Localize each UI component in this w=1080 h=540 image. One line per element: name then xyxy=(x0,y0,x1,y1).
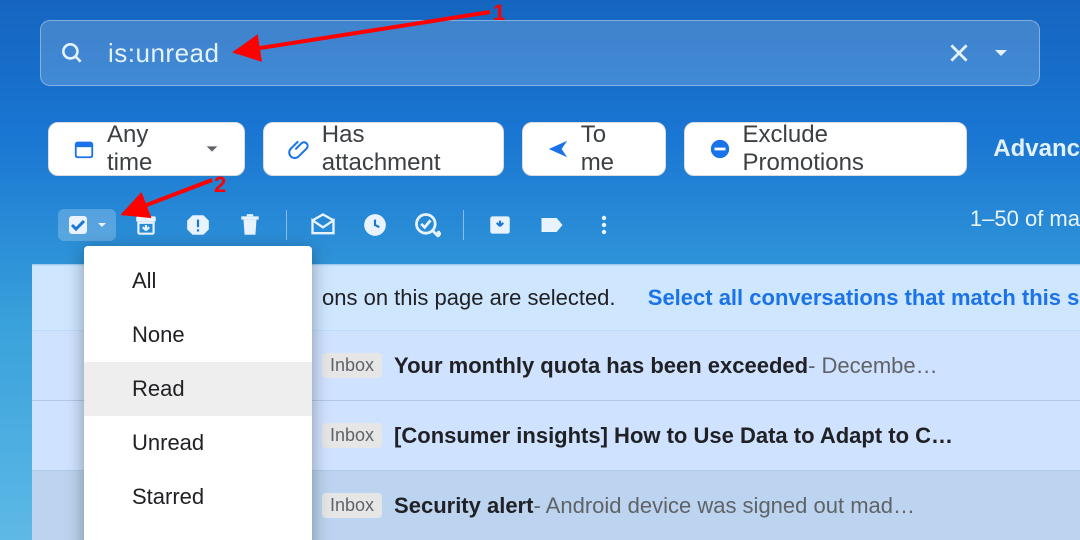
search-input[interactable]: is:unread xyxy=(108,38,938,69)
annotation-number-2: 2 xyxy=(214,172,226,198)
labels-icon[interactable] xyxy=(530,203,574,247)
label-badge: Inbox xyxy=(322,493,382,518)
filter-chips: Any time Has attachment To me Exclude Pr… xyxy=(48,118,1080,180)
dropdown-item-unstarred[interactable]: Unstarred xyxy=(84,524,312,540)
search-icon xyxy=(58,39,86,67)
select-dropdown-menu: All None Read Unread Starred Unstarred xyxy=(84,246,312,540)
dropdown-item-all[interactable]: All xyxy=(84,254,312,308)
chevron-down-icon xyxy=(96,219,108,231)
dropdown-item-none[interactable]: None xyxy=(84,308,312,362)
label-badge: Inbox xyxy=(322,423,382,448)
chip-exclude-promotions[interactable]: Exclude Promotions xyxy=(684,122,968,176)
annotation-number-1: 1 xyxy=(493,0,505,26)
move-to-icon[interactable] xyxy=(478,203,522,247)
page-counter: 1–50 of ma xyxy=(970,206,1080,232)
attachment-icon xyxy=(288,138,310,160)
send-icon xyxy=(547,138,569,160)
calendar-icon xyxy=(73,138,95,160)
more-icon[interactable] xyxy=(582,203,626,247)
exclude-icon xyxy=(709,138,731,160)
separator xyxy=(463,210,464,240)
chip-label: To me xyxy=(581,121,641,177)
search-bar[interactable]: is:unread xyxy=(40,20,1040,86)
separator xyxy=(286,210,287,240)
add-to-tasks-icon[interactable] xyxy=(405,203,449,247)
checkbox-checked-icon xyxy=(66,213,90,237)
archive-icon[interactable] xyxy=(124,203,168,247)
dropdown-item-read[interactable]: Read xyxy=(84,362,312,416)
email-snippet: - Decembe… xyxy=(808,353,938,379)
clear-icon[interactable] xyxy=(938,32,980,74)
chip-label: Any time xyxy=(107,121,192,177)
chip-any-time[interactable]: Any time xyxy=(48,122,245,176)
chip-has-attachment[interactable]: Has attachment xyxy=(263,122,504,176)
label-badge: Inbox xyxy=(322,353,382,378)
email-subject: Security alert xyxy=(394,493,533,519)
email-snippet: - Android device was signed out mad… xyxy=(533,493,915,519)
select-all-button[interactable] xyxy=(58,209,116,241)
advanced-search-link[interactable]: Advanc xyxy=(993,135,1080,163)
chip-to-me[interactable]: To me xyxy=(522,122,666,176)
dropdown-item-unread[interactable]: Unread xyxy=(84,416,312,470)
chevron-down-icon xyxy=(204,141,220,157)
action-toolbar: 1–50 of ma xyxy=(58,198,1080,252)
banner-text: ons on this page are selected. xyxy=(322,285,616,311)
search-options-icon[interactable] xyxy=(980,32,1022,74)
report-spam-icon[interactable] xyxy=(176,203,220,247)
chip-label: Exclude Promotions xyxy=(743,121,943,177)
email-subject: [Consumer insights] How to Use Data to A… xyxy=(394,423,953,449)
chip-label: Has attachment xyxy=(322,121,479,177)
mark-read-icon[interactable] xyxy=(301,203,345,247)
select-all-matching-link[interactable]: Select all conversations that match this… xyxy=(648,285,1080,311)
dropdown-item-starred[interactable]: Starred xyxy=(84,470,312,524)
email-subject: Your monthly quota has been exceeded xyxy=(394,353,808,379)
snooze-icon[interactable] xyxy=(353,203,397,247)
delete-icon[interactable] xyxy=(228,203,272,247)
